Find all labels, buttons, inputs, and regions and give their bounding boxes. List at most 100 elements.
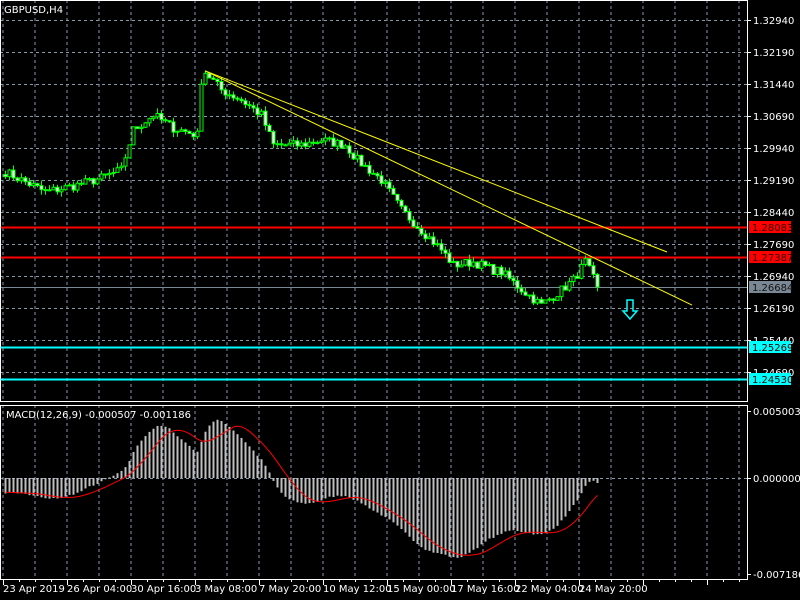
bull-candle	[287, 142, 292, 146]
bear-candle	[255, 107, 260, 115]
bull-candle	[503, 270, 508, 276]
bear-candle	[283, 144, 288, 147]
bull-candle	[543, 299, 548, 304]
bear-candle	[135, 126, 140, 130]
bear-candle	[223, 89, 228, 96]
bull-candle	[195, 130, 200, 138]
bear-candle	[419, 227, 424, 235]
price-tag-text: 1.27387	[752, 253, 793, 264]
price-tag-text: 1.28083	[752, 223, 793, 234]
bear-candle	[403, 205, 408, 213]
bull-candle	[451, 260, 456, 263]
time-axis-label: 30 Apr 16:00	[131, 584, 196, 595]
bull-candle	[107, 172, 112, 176]
bull-candle	[319, 140, 324, 144]
bear-candle	[371, 172, 376, 175]
bear-candle	[231, 94, 236, 99]
bear-candle	[279, 143, 284, 146]
bear-candle	[447, 252, 452, 263]
bull-candle	[583, 258, 588, 265]
price-axis-label: 1.29190	[753, 176, 794, 187]
bear-candle	[395, 193, 400, 201]
bear-candle	[43, 189, 48, 192]
bear-candle	[271, 131, 276, 145]
bear-candle	[171, 121, 176, 133]
price-tag-text: 1.24530	[752, 375, 793, 386]
bull-candle	[307, 141, 312, 147]
bull-candle	[67, 184, 72, 187]
bear-candle	[243, 100, 248, 106]
bear-candle	[339, 139, 344, 149]
bear-candle	[27, 181, 32, 187]
bear-candle	[359, 154, 364, 167]
bull-candle	[579, 263, 584, 279]
bear-candle	[3, 174, 8, 178]
bear-candle	[499, 266, 504, 276]
bull-candle	[111, 171, 116, 174]
bull-candle	[567, 281, 572, 291]
bear-candle	[39, 185, 44, 191]
bear-candle	[483, 260, 488, 267]
time-axis-label: 22 May 04:00	[515, 584, 584, 595]
time-axis-label: 24 May 20:00	[579, 584, 648, 595]
price-axis-label: 1.32190	[753, 48, 794, 59]
bull-candle	[123, 157, 128, 167]
bear-candle	[399, 199, 404, 207]
macd-axis-label: 0.005003	[753, 407, 800, 418]
macd-axis-label: -0.007186	[753, 570, 800, 581]
bull-candle	[363, 164, 368, 167]
bull-candle	[63, 185, 68, 191]
bear-candle	[303, 142, 308, 147]
bull-candle	[571, 275, 576, 283]
bear-candle	[507, 270, 512, 279]
bear-candle	[379, 175, 384, 184]
price-axis-label: 1.28440	[753, 208, 794, 219]
bull-candle	[175, 130, 180, 133]
bull-candle	[459, 264, 464, 268]
bull-candle	[471, 261, 476, 267]
bull-candle	[127, 144, 132, 159]
bull-candle	[7, 169, 12, 178]
bull-candle	[315, 142, 320, 145]
bear-candle	[295, 140, 300, 147]
bull-candle	[559, 285, 564, 298]
bull-candle	[131, 126, 136, 146]
bear-candle	[263, 110, 268, 126]
bull-candle	[115, 167, 120, 173]
bear-candle	[563, 285, 568, 291]
bull-candle	[19, 177, 24, 182]
bull-candle	[259, 110, 264, 115]
bull-candle	[479, 260, 484, 269]
bull-candle	[199, 83, 204, 132]
bear-candle	[575, 275, 580, 279]
bear-candle	[35, 183, 40, 187]
bull-candle	[355, 154, 360, 160]
price-axis-label: 1.32940	[753, 16, 794, 27]
bull-candle	[143, 122, 148, 128]
bull-candle	[119, 165, 124, 169]
bull-candle	[155, 112, 160, 118]
bear-candle	[439, 243, 444, 251]
bear-candle	[247, 104, 252, 107]
bear-candle	[591, 265, 596, 275]
bear-candle	[515, 280, 520, 289]
bull-candle	[291, 140, 296, 144]
bear-candle	[91, 178, 96, 185]
price-axis-label: 1.31440	[753, 80, 794, 91]
bull-candle	[299, 142, 304, 147]
bear-candle	[331, 137, 336, 147]
bear-candle	[407, 211, 412, 221]
bull-candle	[227, 94, 232, 97]
bull-candle	[179, 129, 184, 132]
bear-candle	[431, 236, 436, 246]
trading-chart[interactable]: 1.32940 1.32190 1.31440 1.30690 1.29940 1.291…	[0, 0, 800, 600]
bull-candle	[47, 189, 52, 192]
bull-candle	[427, 236, 432, 240]
bear-candle	[23, 177, 28, 183]
time-axis-label: 3 May 08:00	[195, 584, 257, 595]
bear-candle	[55, 186, 60, 193]
bull-candle	[383, 181, 388, 184]
bull-candle	[139, 126, 144, 130]
bear-candle	[387, 181, 392, 189]
bear-candle	[239, 98, 244, 102]
